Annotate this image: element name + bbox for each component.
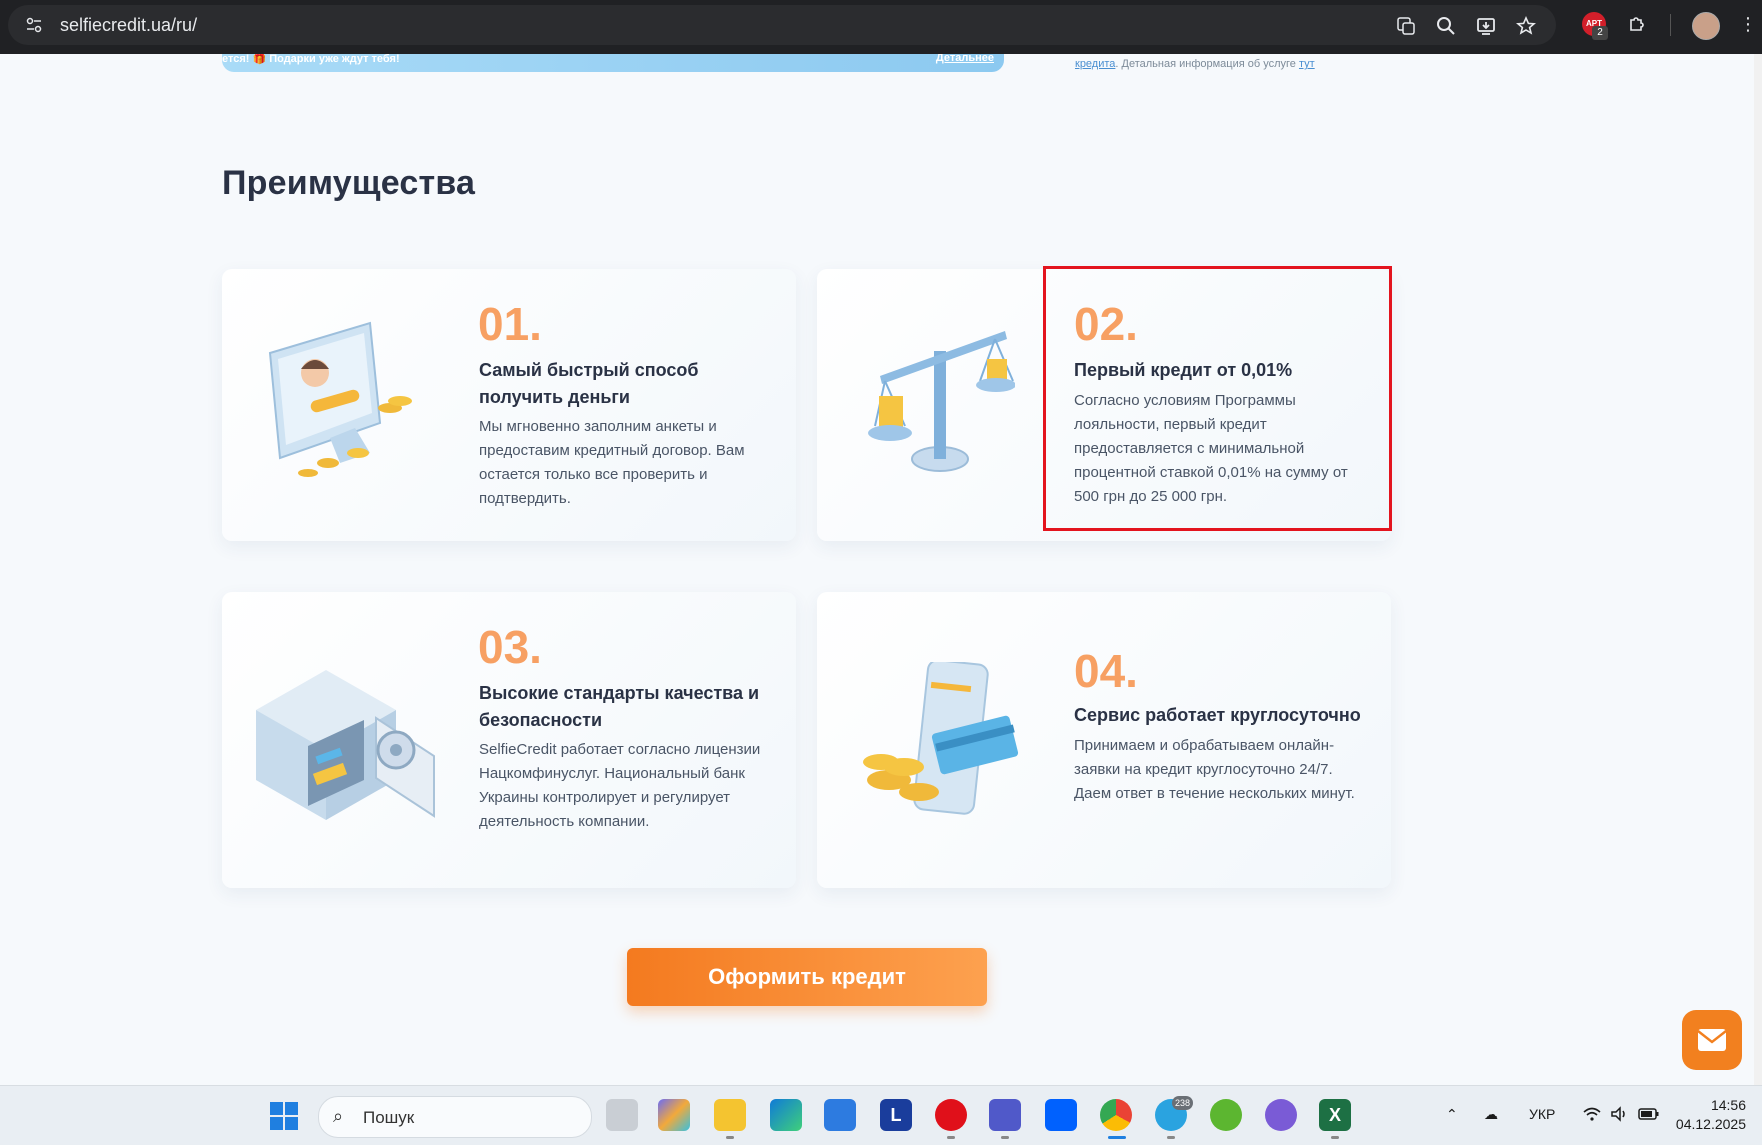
card-title: Самый быстрый способ получить деньги bbox=[479, 360, 699, 407]
file-explorer-icon[interactable] bbox=[714, 1099, 746, 1131]
install-app-icon[interactable] bbox=[1476, 16, 1496, 36]
opera-icon[interactable] bbox=[935, 1099, 967, 1131]
card-number: 01. bbox=[478, 298, 542, 350]
windows-taskbar: ⌕ Пошук L 238 X ⌃ ☁ УКР 14:56 04.12.2025 bbox=[0, 1085, 1762, 1145]
lingvo-icon[interactable]: L bbox=[880, 1099, 912, 1131]
teams-icon[interactable] bbox=[989, 1099, 1021, 1131]
page-scrollbar[interactable] bbox=[1754, 54, 1762, 1085]
running-indicator bbox=[1331, 1136, 1339, 1139]
safe-illustration bbox=[256, 670, 435, 820]
language-indicator[interactable]: УКР bbox=[1529, 1106, 1555, 1122]
chrome-menu-icon[interactable]: ⋮ bbox=[1738, 14, 1758, 34]
advantage-card-4: 04. Сервис работает круглосуточно Приним… bbox=[817, 592, 1391, 888]
browser-toolbar: selfiecredit.ua/ru/ APT 2 ⋮ bbox=[0, 0, 1762, 54]
site-info-icon[interactable] bbox=[26, 17, 42, 33]
card-number: 04. bbox=[1074, 645, 1138, 697]
promo-banner-link[interactable]: Детальнее bbox=[936, 54, 994, 64]
profile-avatar[interactable] bbox=[1692, 12, 1720, 40]
running-indicator bbox=[1167, 1136, 1175, 1139]
extension-badge: 2 bbox=[1592, 26, 1608, 40]
active-indicator bbox=[1108, 1136, 1126, 1139]
page-viewport: ется! 🎁 Подарки уже ждут тебя! Детальнее… bbox=[0, 54, 1762, 1085]
battery-icon[interactable] bbox=[1638, 1106, 1660, 1125]
card-description: SelfieCredit работает согласно лицензии … bbox=[479, 741, 761, 830]
card-title: Высокие стандарты качества и безопасност… bbox=[479, 683, 760, 730]
promo-banner-text: ется! 🎁 Подарки уже ждут тебя! bbox=[222, 54, 400, 65]
search-icon: ⌕ bbox=[333, 1106, 344, 1126]
mail-icon bbox=[1697, 1029, 1727, 1051]
apply-credit-button[interactable]: Оформить кредит bbox=[627, 948, 987, 1006]
volume-icon[interactable] bbox=[1610, 1106, 1628, 1125]
chrome-icon[interactable] bbox=[1100, 1099, 1132, 1131]
details-link[interactable]: тут bbox=[1299, 58, 1315, 70]
contact-mail-button[interactable] bbox=[1682, 1010, 1742, 1070]
card-number: 03. bbox=[478, 621, 542, 673]
onedrive-cloud-icon[interactable]: ☁ bbox=[1484, 1106, 1498, 1123]
extensions-puzzle-icon[interactable] bbox=[1627, 14, 1647, 34]
edge-icon[interactable] bbox=[770, 1099, 802, 1131]
card-description: Принимаем и обрабатываем онлайн-заявки н… bbox=[1074, 737, 1355, 802]
phone-card-illustration bbox=[863, 662, 1019, 815]
top-note-text: . Детальная информация об услуге bbox=[1115, 58, 1299, 70]
viber-icon[interactable] bbox=[1265, 1099, 1297, 1131]
card-title: Сервис работает круглосуточно bbox=[1074, 705, 1361, 725]
credit-link[interactable]: кредита bbox=[1075, 58, 1115, 70]
taskbar-search-placeholder: Пошук bbox=[363, 1108, 415, 1127]
scales-illustration bbox=[868, 331, 1015, 472]
microsoft-store-icon[interactable] bbox=[824, 1099, 856, 1131]
bookmark-star-icon[interactable] bbox=[1515, 16, 1537, 36]
url-text[interactable]: selfiecredit.ua/ru/ bbox=[60, 15, 197, 36]
top-note: кредита. Детальная информация об услуге … bbox=[1075, 58, 1315, 70]
toolbar-divider bbox=[1670, 14, 1671, 36]
zoom-icon[interactable] bbox=[1436, 16, 1456, 36]
clock-date: 04.12.2025 bbox=[1675, 1116, 1746, 1132]
advantage-card-1: 01. Самый быстрый способ получить деньги… bbox=[222, 269, 796, 541]
tray-overflow-icon[interactable]: ⌃ bbox=[1446, 1106, 1458, 1123]
monitor-illustration bbox=[268, 321, 412, 477]
task-view-icon[interactable] bbox=[606, 1099, 638, 1131]
excel-icon[interactable]: X bbox=[1319, 1099, 1351, 1131]
highlight-box bbox=[1043, 266, 1392, 531]
address-bar[interactable]: selfiecredit.ua/ru/ bbox=[8, 5, 1556, 45]
windows-start-icon[interactable] bbox=[270, 1102, 298, 1130]
dropbox-icon[interactable] bbox=[1045, 1099, 1077, 1131]
wifi-icon[interactable] bbox=[1582, 1106, 1602, 1125]
running-indicator bbox=[1001, 1136, 1009, 1139]
running-indicator bbox=[947, 1136, 955, 1139]
taskbar-clock[interactable]: 14:56 04.12.2025 bbox=[1666, 1096, 1746, 1134]
telegram-badge: 238 bbox=[1172, 1096, 1194, 1110]
utorrent-icon[interactable] bbox=[1210, 1099, 1242, 1131]
copilot-icon[interactable] bbox=[658, 1099, 690, 1131]
clock-time: 14:56 bbox=[1710, 1097, 1746, 1113]
card-description: Мы мгновенно заполним анкеты и предостав… bbox=[479, 418, 745, 507]
advantage-card-3: 03. Высокие стандарты качества и безопас… bbox=[222, 592, 796, 888]
taskbar-search[interactable]: ⌕ Пошук bbox=[318, 1096, 592, 1138]
section-title: Преимущества bbox=[222, 164, 476, 202]
running-indicator bbox=[726, 1136, 734, 1139]
translate-icon[interactable] bbox=[1396, 16, 1416, 36]
promo-banner[interactable]: ется! 🎁 Подарки уже ждут тебя! Детальнее bbox=[222, 54, 1004, 72]
